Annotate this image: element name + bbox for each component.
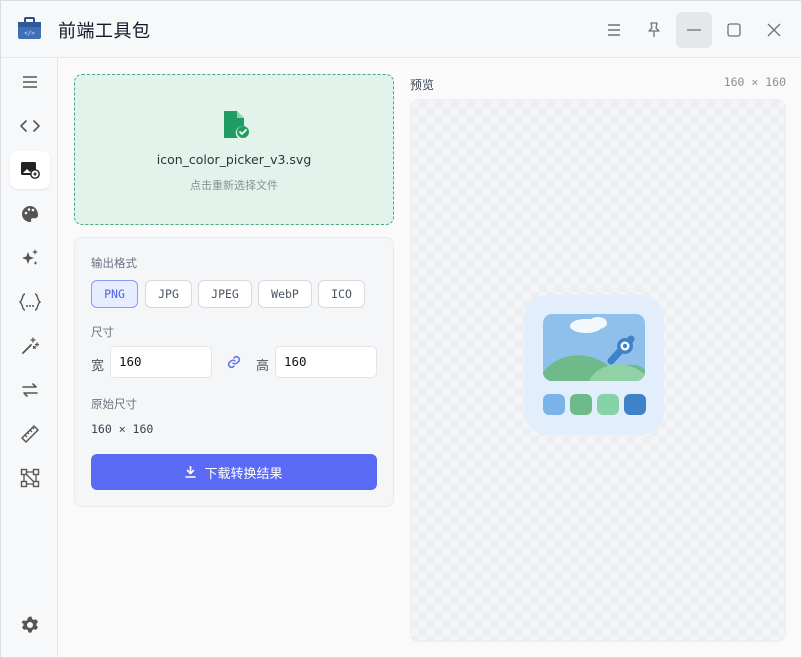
original-size-value: 160 × 160 xyxy=(91,422,154,436)
sidebar-item-sparkles[interactable] xyxy=(10,239,50,277)
svg-text:</>: </> xyxy=(24,30,35,37)
vector-nodes-icon xyxy=(20,468,40,488)
menu-button[interactable] xyxy=(596,12,632,48)
image-convert-icon xyxy=(21,162,40,179)
format-webp-button[interactable]: WebP xyxy=(258,280,312,308)
json-braces-icon xyxy=(19,293,41,311)
settings-icon xyxy=(21,616,38,633)
minimize-button[interactable] xyxy=(676,12,712,48)
app-window: </> 前端工具包 icon_color_picker_v3.svg 点击重新选… xyxy=(0,0,802,658)
sidebar-item-json[interactable] xyxy=(10,283,50,321)
sidebar-settings[interactable] xyxy=(10,606,50,644)
format-png-button[interactable]: PNG xyxy=(91,280,138,308)
height-label: 高 xyxy=(256,359,270,374)
preview-area xyxy=(410,99,786,642)
ruler-icon xyxy=(21,425,39,443)
sparkles-icon xyxy=(22,249,38,265)
app-title: 前端工具包 xyxy=(58,21,151,42)
format-jpeg-button[interactable]: JPEG xyxy=(198,280,252,308)
sidebar-item-vector[interactable] xyxy=(10,459,50,497)
file-dropzone[interactable]: icon_color_picker_v3.svg 点击重新选择文件 xyxy=(74,74,394,225)
download-label: 下载转换结果 xyxy=(204,466,283,482)
swap-arrows-icon xyxy=(22,383,38,397)
sidebar-item-magic[interactable] xyxy=(10,327,50,365)
menu-icon xyxy=(608,24,620,36)
sidebar-item-swap[interactable] xyxy=(10,371,50,409)
sidebar-item-image-convert[interactable] xyxy=(10,151,50,189)
file-check-icon xyxy=(224,111,249,138)
reselect-hint: 点击重新选择文件 xyxy=(190,179,278,192)
toolbox-logo-icon: </> xyxy=(18,17,41,39)
preview-title: 预览 xyxy=(410,78,435,92)
code-icon xyxy=(20,120,40,132)
minimize-icon xyxy=(687,29,701,31)
sidebar-item-palette[interactable] xyxy=(10,195,50,233)
size-label: 尺寸 xyxy=(91,325,114,339)
hamburger-icon xyxy=(23,76,37,88)
maximize-button[interactable] xyxy=(716,12,752,48)
preview-size: 160 × 160 xyxy=(723,75,786,89)
close-button[interactable] xyxy=(756,12,792,48)
sidebar xyxy=(1,58,58,657)
file-name: icon_color_picker_v3.svg xyxy=(156,152,312,167)
width-input[interactable]: 160 xyxy=(110,346,212,378)
download-icon xyxy=(185,466,197,478)
title-bar: </> 前端工具包 xyxy=(1,1,801,58)
sidebar-item-code[interactable] xyxy=(10,107,50,145)
main-content: icon_color_picker_v3.svg 点击重新选择文件 输出格式 P… xyxy=(58,58,801,657)
link-icon[interactable] xyxy=(227,355,241,369)
width-label: 宽 xyxy=(91,359,105,374)
height-input[interactable]: 160 xyxy=(275,346,377,378)
pin-button[interactable] xyxy=(636,12,672,48)
format-ico-button[interactable]: ICO xyxy=(318,280,365,308)
format-label: 输出格式 xyxy=(91,256,137,270)
format-jpg-button[interactable]: JPG xyxy=(145,280,192,308)
palette-icon xyxy=(22,206,38,222)
preview-image xyxy=(524,295,664,435)
pin-icon xyxy=(648,22,660,37)
sidebar-item-menu[interactable] xyxy=(10,63,50,101)
sidebar-item-ruler[interactable] xyxy=(10,415,50,453)
close-icon xyxy=(767,23,781,37)
settings-panel: 输出格式 PNG JPG JPEG WebP ICO 尺寸 宽 160 高 16… xyxy=(74,237,394,507)
download-button[interactable]: 下载转换结果 xyxy=(91,454,377,490)
original-size-label: 原始尺寸 xyxy=(91,397,137,411)
magic-wand-icon xyxy=(22,337,39,354)
maximize-icon xyxy=(727,23,741,37)
